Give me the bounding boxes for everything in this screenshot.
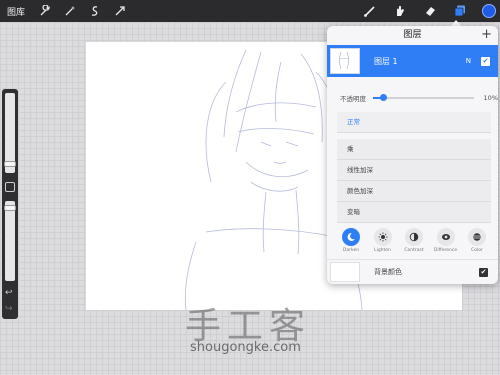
transform-icon[interactable]: [112, 3, 128, 19]
smudge-icon[interactable]: [392, 3, 408, 19]
layer-blend-mode-button[interactable]: N: [466, 57, 471, 65]
layers-icon[interactable]: [452, 3, 468, 19]
moon-icon: [342, 228, 360, 246]
mode-label: Difference: [433, 248, 458, 253]
watermark-url: shougongke.com: [190, 340, 301, 355]
mode-contrast[interactable]: Contrast: [402, 228, 426, 258]
mode-label: Contrast: [404, 248, 424, 253]
layers-panel-title: 图层: [403, 30, 422, 40]
brush-opacity-thumb[interactable]: [4, 205, 16, 211]
blend-mode-list: 正常 乘 线性加深 颜色加深 变暗: [337, 112, 491, 223]
mode-darken[interactable]: Darken: [339, 228, 363, 258]
mode-color[interactable]: Color: [465, 228, 489, 258]
brush-icon[interactable]: [362, 3, 378, 19]
brush-size-slider[interactable]: [4, 93, 16, 173]
opacity-label: 不透明度: [340, 95, 366, 103]
mode-difference[interactable]: Difference: [434, 228, 458, 258]
redo-button[interactable]: ↪: [5, 304, 13, 314]
top-toolbar: 图库: [0, 0, 500, 22]
side-controls: ↩ ↪: [2, 89, 18, 319]
layer-thumbnail[interactable]: [330, 48, 360, 74]
opacity-slider[interactable]: [373, 94, 474, 101]
eraser-icon[interactable]: [422, 3, 438, 19]
brush-size-thumb[interactable]: [4, 161, 16, 167]
mode-label: Color: [471, 248, 483, 253]
color-picker-swatch[interactable]: [482, 4, 496, 18]
background-color-label: 背景颜色: [374, 268, 402, 276]
difference-icon: [436, 228, 455, 246]
brush-opacity-slider[interactable]: [4, 201, 16, 281]
magic-wand-icon[interactable]: [62, 3, 78, 19]
modify-button[interactable]: [5, 182, 15, 192]
blend-mode-option[interactable]: 变暗: [337, 202, 491, 223]
contrast-icon: [405, 228, 423, 246]
gallery-button[interactable]: 图库: [7, 5, 25, 18]
layers-panel: 图层 + 图层 1 N ✔ 不透明度 10% 正常 乘 线性加深 颜色加深 变暗: [327, 26, 498, 284]
mode-lighten[interactable]: Lighten: [371, 228, 395, 258]
blend-mode-option[interactable]: 乘: [337, 139, 491, 160]
background-color-row[interactable]: 背景颜色 ✔: [327, 259, 498, 284]
add-layer-button[interactable]: +: [481, 26, 492, 44]
background-visibility-checkbox[interactable]: ✔: [479, 267, 488, 277]
blend-mode-option[interactable]: 颜色加深: [337, 181, 491, 202]
undo-button[interactable]: ↩: [5, 288, 13, 298]
opacity-value: 10%: [483, 94, 498, 102]
blend-category-row: Darken Lighten Contrast Difference Color: [339, 228, 489, 258]
layers-panel-header: 图层 +: [327, 26, 498, 44]
layer-visibility-checkbox[interactable]: ✔: [481, 56, 490, 66]
background-color-swatch[interactable]: [330, 262, 360, 282]
opacity-row: 不透明度 10%: [327, 90, 498, 106]
sun-icon: [373, 228, 392, 246]
color-mode-icon: [468, 228, 486, 246]
selection-icon[interactable]: [87, 3, 103, 19]
blend-mode-option[interactable]: 线性加深: [337, 160, 491, 181]
opacity-knob[interactable]: [380, 94, 388, 101]
layer-name: 图层 1: [374, 56, 398, 66]
mode-label: Lighten: [374, 248, 391, 253]
mode-label: Darken: [342, 248, 360, 253]
blend-mode-selected[interactable]: 正常: [337, 112, 491, 133]
layer-row[interactable]: 图层 1 N ✔: [327, 45, 498, 77]
wrench-icon[interactable]: [37, 3, 53, 19]
